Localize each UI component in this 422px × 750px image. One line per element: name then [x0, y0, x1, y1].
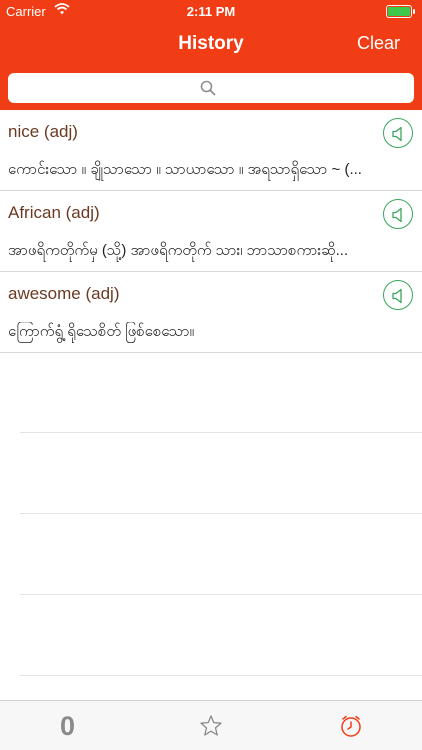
clear-button[interactable]: Clear	[357, 33, 400, 54]
word-label: African (adj)	[8, 203, 100, 222]
word-label: awesome (adj)	[8, 284, 120, 303]
speaker-icon[interactable]	[383, 280, 413, 310]
list-item[interactable]: nice (adj) ကောင်းသော ။ ချိုသာသော ။ သာယာသ…	[0, 110, 422, 191]
tab-history[interactable]	[321, 701, 381, 750]
speaker-icon[interactable]	[383, 199, 413, 229]
tab-favorites[interactable]	[181, 701, 241, 750]
search-input[interactable]	[8, 73, 414, 103]
clock-icon	[341, 715, 361, 737]
header-bar: Carrier 2:11 PM History Clear	[0, 0, 422, 110]
status-bar: Carrier 2:11 PM	[0, 0, 422, 22]
definition-text: ကောင်းသော ။ ချိုသာသော ။ သာယာသော ။ အရသာရှ…	[8, 161, 362, 178]
history-list: nice (adj) ကောင်းသော ။ ချိုသာသော ။ သာယာသ…	[0, 110, 422, 353]
list-separator	[20, 675, 422, 676]
list-item[interactable]: awesome (adj) ကြောက်ရွံ့ ရိုသေစိတ် ဖြစ်စ…	[0, 272, 422, 353]
status-time: 2:11 PM	[186, 4, 236, 19]
battery-icon	[386, 5, 416, 18]
tab-label: 0	[60, 711, 76, 741]
list-separator	[20, 432, 422, 433]
list-separator	[20, 594, 422, 595]
definition-text: ကြောက်ရွံ့ ရိုသေစိတ် ဖြစ်စေသော။	[8, 323, 195, 340]
search-icon	[200, 80, 216, 96]
star-icon	[200, 715, 222, 736]
tab-bar: 0	[0, 700, 422, 750]
list-separator	[20, 513, 422, 514]
speaker-icon[interactable]	[383, 118, 413, 148]
word-label: nice (adj)	[8, 122, 78, 141]
definition-text: အာဖရိကတိုက်မှ (သို့) အာဖရိကတိုက် သား၊ ဘာ…	[8, 242, 349, 259]
tab-search[interactable]: 0	[40, 701, 100, 750]
list-item[interactable]: African (adj) အာဖရိကတိုက်မှ (သို့) အာဖရိ…	[0, 191, 422, 272]
navigation-bar: History Clear	[0, 22, 422, 66]
